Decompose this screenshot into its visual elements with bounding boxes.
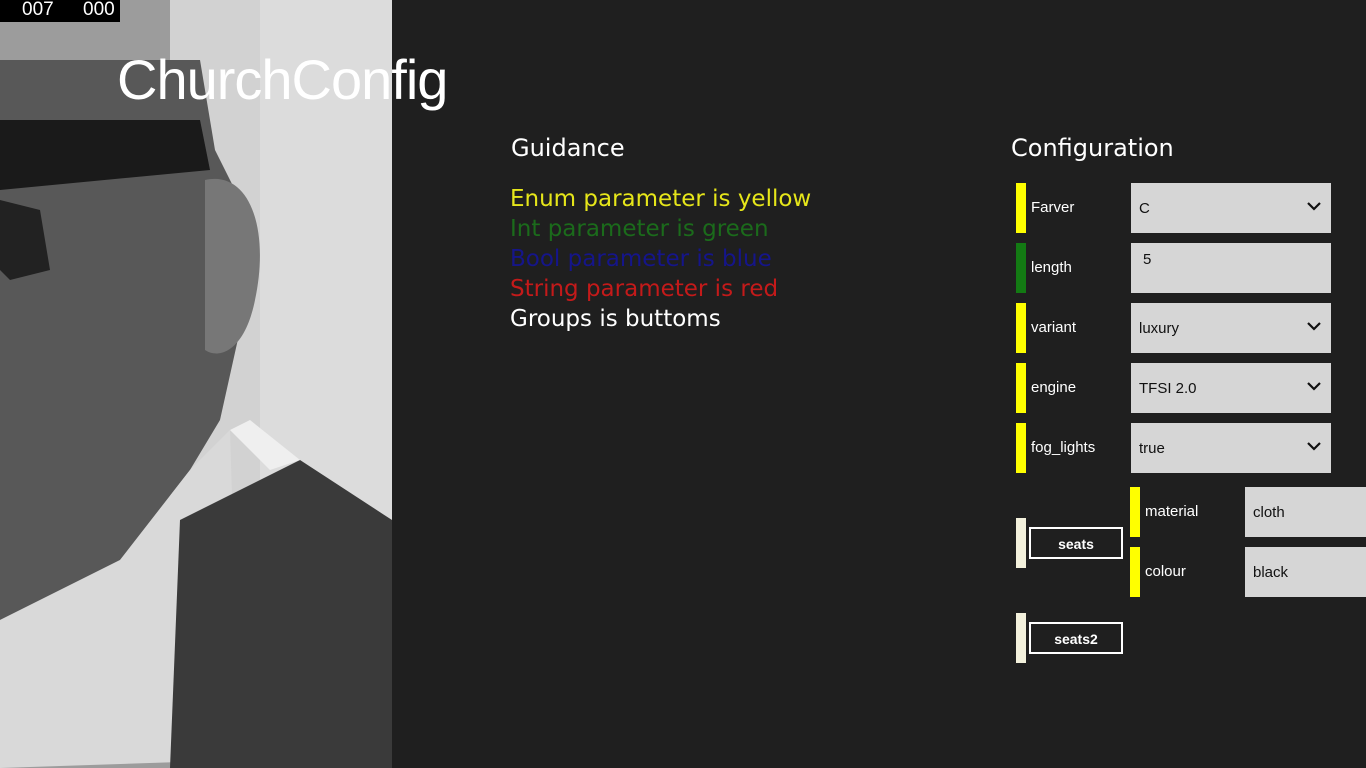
guidance-title: Guidance xyxy=(511,134,625,162)
app-title: ChurchConfig xyxy=(117,48,448,111)
param-label-material: material xyxy=(1145,503,1199,520)
colour-value: black xyxy=(1253,564,1289,581)
chevron-down-icon xyxy=(1307,442,1321,451)
guidance-legend: Enum parameter is yellow Int parameter i… xyxy=(510,184,811,334)
fog-lights-value: true xyxy=(1139,440,1165,457)
material-value: cloth xyxy=(1253,504,1285,521)
chevron-down-icon xyxy=(1307,202,1321,211)
param-label-engine: engine xyxy=(1031,379,1077,396)
param-label-colour: colour xyxy=(1145,563,1186,580)
chevron-down-icon xyxy=(1307,322,1321,331)
guidance-item-string: String parameter is red xyxy=(510,276,779,302)
param-type-bar xyxy=(1016,303,1026,353)
counter-left: 007 xyxy=(22,0,54,20)
engine-value: TFSI 2.0 xyxy=(1139,380,1197,397)
frame-counter: 007 000 xyxy=(0,0,120,22)
param-type-bar xyxy=(1016,423,1026,473)
group-type-bar xyxy=(1016,518,1026,568)
guidance-item-bool: Bool parameter is blue xyxy=(510,246,772,272)
material-field[interactable]: cloth xyxy=(1245,487,1366,537)
param-label-farver: Farver xyxy=(1031,199,1075,216)
seats2-group-button[interactable]: seats2 xyxy=(1029,622,1123,654)
variant-dropdown[interactable]: luxury xyxy=(1131,303,1331,353)
param-type-bar xyxy=(1130,547,1140,597)
param-type-bar xyxy=(1016,363,1026,413)
chevron-down-icon xyxy=(1307,382,1321,391)
param-label-variant: variant xyxy=(1031,319,1077,336)
counter-right: 000 xyxy=(83,0,115,20)
length-value: 5 xyxy=(1143,251,1152,268)
guidance-item-enum: Enum parameter is yellow xyxy=(510,186,812,212)
param-label-length: length xyxy=(1031,259,1072,276)
param-type-bar xyxy=(1130,487,1140,537)
guidance-item-group: Groups is buttoms xyxy=(510,306,721,332)
guidance-item-int: Int parameter is green xyxy=(510,216,769,242)
colour-field[interactable]: black xyxy=(1245,547,1366,597)
farver-value: C xyxy=(1139,200,1150,217)
param-type-bar xyxy=(1016,243,1026,293)
group-type-bar xyxy=(1016,613,1026,663)
param-label-fog-lights: fog_lights xyxy=(1031,439,1096,456)
fog-lights-dropdown[interactable]: true xyxy=(1131,423,1331,473)
farver-dropdown[interactable]: C xyxy=(1131,183,1331,233)
engine-dropdown[interactable]: TFSI 2.0 xyxy=(1131,363,1331,413)
length-input[interactable]: 5 xyxy=(1131,243,1331,293)
seats-group-button[interactable]: seats xyxy=(1029,527,1123,559)
configuration-title: Configuration xyxy=(1011,134,1174,162)
variant-value: luxury xyxy=(1139,320,1180,337)
param-type-bar xyxy=(1016,183,1026,233)
